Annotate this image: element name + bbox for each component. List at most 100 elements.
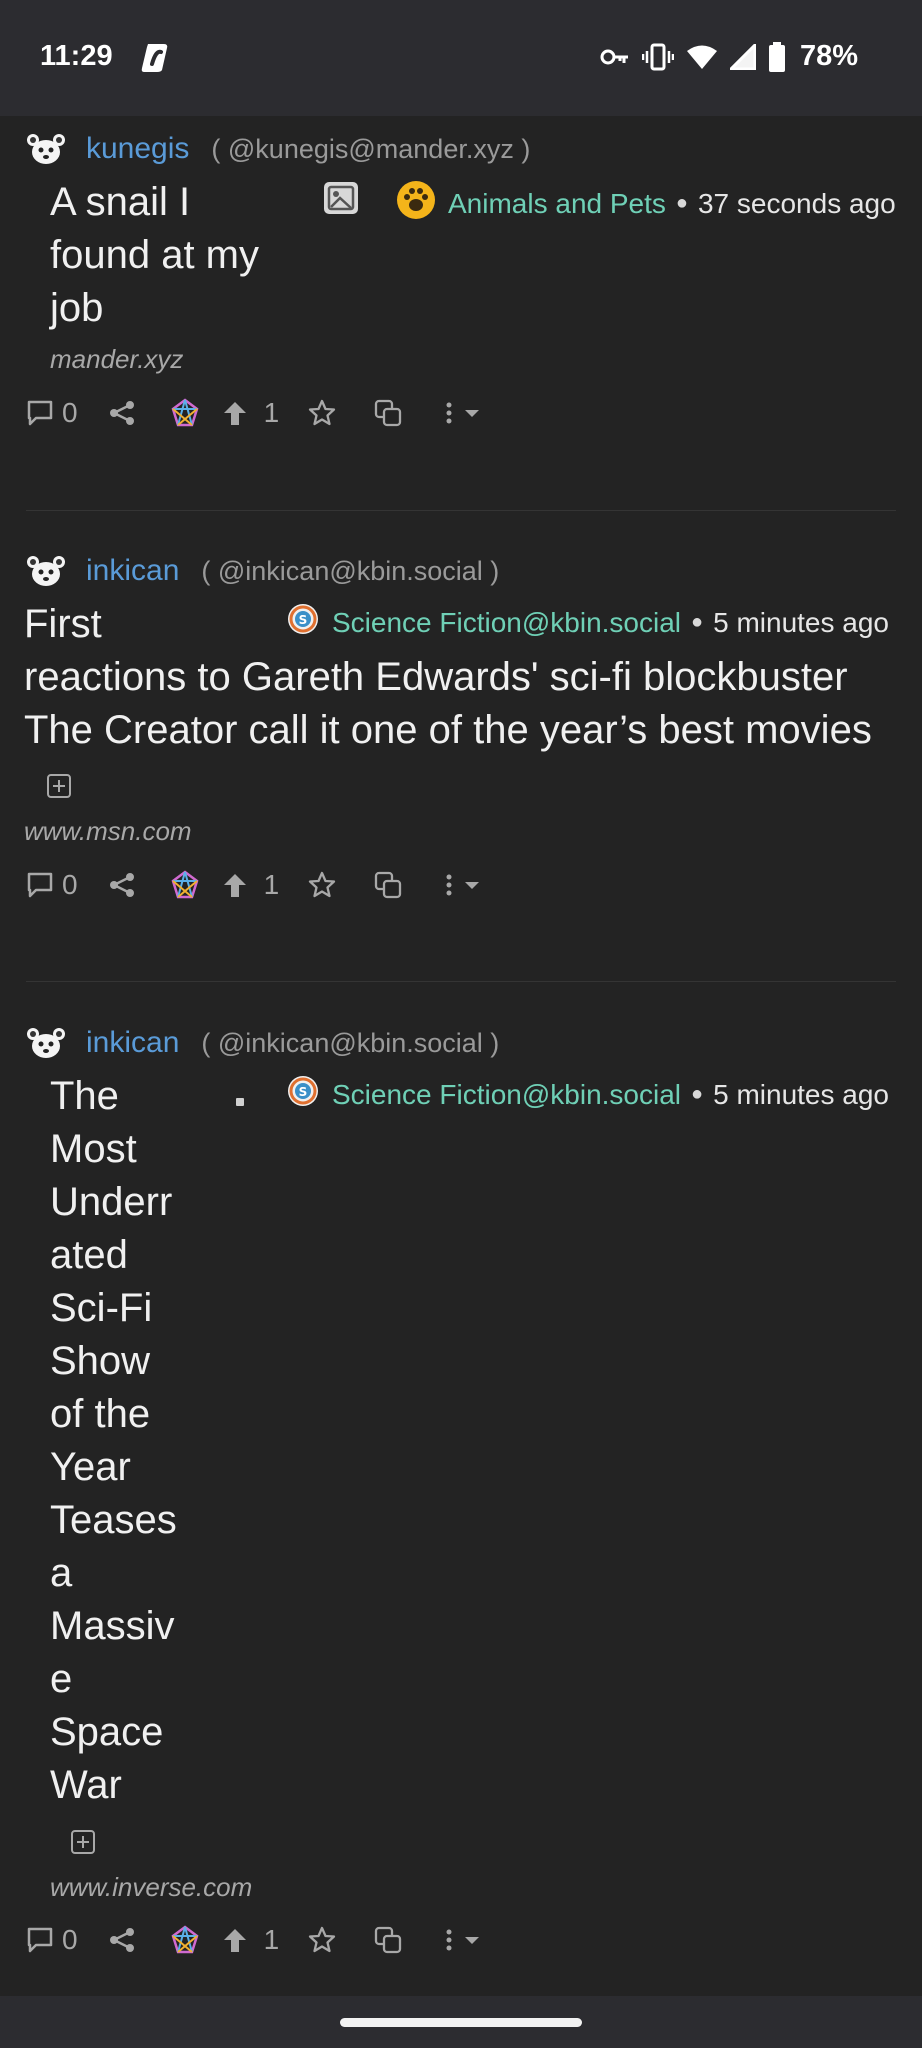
image-thumbnail-icon[interactable]: [322, 180, 360, 216]
upvote-button[interactable]: 1: [222, 397, 280, 429]
avatar[interactable]: [26, 132, 66, 166]
copy-icon: [373, 398, 403, 428]
comment-count: 0: [62, 397, 78, 428]
avatar[interactable]: [26, 1026, 66, 1060]
title-line: ated: [50, 1233, 128, 1277]
community-name[interactable]: Animals and Pets: [448, 188, 666, 220]
post-divider: [26, 981, 896, 982]
post-domain[interactable]: www.inverse.com: [50, 1872, 252, 1903]
favorite-button[interactable]: [307, 398, 337, 428]
share-icon: [108, 871, 136, 899]
username[interactable]: inkican: [86, 1026, 179, 1060]
post-divider: [26, 510, 896, 511]
upvote-button[interactable]: 1: [222, 869, 280, 901]
post-title[interactable]: The Most Underr ated Sci-Fi Show of the …: [50, 1070, 210, 1812]
post-title[interactable]: reactions to Gareth Edwards' sci-fi bloc…: [24, 651, 904, 757]
title-line: Sci-Fi: [50, 1286, 153, 1330]
more-menu-button[interactable]: [443, 398, 487, 428]
upvote-icon: [222, 1926, 248, 1954]
post-title[interactable]: A snail I found at my job: [50, 176, 290, 335]
comment-button[interactable]: 0: [26, 869, 78, 901]
comment-icon: [26, 399, 54, 427]
favorite-button[interactable]: [307, 870, 337, 900]
separator-dot: ●: [691, 611, 704, 633]
crosspost-button[interactable]: [373, 398, 403, 428]
time-ago: 37 seconds ago: [697, 187, 896, 219]
vpn-key-icon: [600, 47, 630, 67]
title-line: War: [50, 1763, 122, 1807]
expand-icon[interactable]: [70, 1829, 96, 1855]
expand-icon[interactable]: [46, 773, 72, 799]
user-handle: ( @inkican@kbin.social ): [201, 555, 500, 586]
post-title-first-word[interactable]: First: [24, 598, 184, 651]
crosspost-button[interactable]: [373, 870, 403, 900]
upvote-icon: [222, 399, 248, 427]
upvote-button[interactable]: 1: [222, 1924, 280, 1956]
svg-text:S: S: [299, 1085, 308, 1099]
username[interactable]: kunegis: [86, 132, 189, 166]
favorite-button[interactable]: [307, 1925, 337, 1955]
boost-icon: [170, 1925, 200, 1955]
time-ago: 5 minutes ago: [713, 1078, 889, 1110]
vibrate-icon: [641, 43, 674, 71]
share-button[interactable]: [108, 871, 136, 899]
community-name[interactable]: Science Fiction@kbin.social: [332, 1079, 681, 1111]
upvote-count: 1: [263, 397, 280, 428]
battery-percent: 78%: [799, 40, 858, 72]
home-gesture-handle[interactable]: [340, 2018, 582, 2027]
share-icon: [108, 399, 136, 427]
title-line: e: [50, 1657, 73, 1701]
status-time: 11:29: [40, 40, 113, 72]
title-line: a: [50, 1551, 73, 1595]
title-line: Space: [50, 1710, 164, 1754]
star-icon: [307, 870, 337, 900]
crosspost-button[interactable]: [373, 1925, 403, 1955]
title-line: The: [50, 1074, 119, 1118]
more-menu-button[interactable]: [443, 1925, 487, 1955]
community-line: S Science Fiction@kbin.social ● 5 minute…: [286, 1074, 889, 1115]
title-line: of the: [50, 1392, 151, 1436]
signal-icon: [729, 43, 756, 70]
comment-count: 0: [62, 869, 78, 900]
title-line: Show: [50, 1339, 151, 1383]
boost-button[interactable]: [170, 870, 200, 900]
username[interactable]: inkican: [86, 554, 179, 588]
post-actions: 0 1: [26, 395, 487, 431]
user-handle: ( @inkican@kbin.social ): [201, 1027, 500, 1058]
boost-icon: [170, 870, 200, 900]
comment-icon: [26, 1926, 54, 1954]
title-line: Underr: [50, 1180, 173, 1224]
copy-icon: [373, 1925, 403, 1955]
navigation-bar: [0, 1996, 922, 2048]
app-notification-icon: [140, 42, 170, 79]
separator-dot: ●: [691, 1083, 704, 1105]
boost-button[interactable]: [170, 1925, 200, 1955]
post-actions: 0 1: [26, 1922, 487, 1958]
comment-button[interactable]: 0: [26, 397, 78, 429]
community-line: Animals and Pets ● 37 seconds ago: [396, 180, 896, 227]
comment-button[interactable]: 0: [26, 1924, 78, 1956]
comment-icon: [26, 871, 54, 899]
copy-icon: [373, 870, 403, 900]
upvote-count: 1: [263, 1924, 280, 1955]
post-meta: inkican ( @inkican@kbin.social ): [26, 1026, 499, 1060]
share-button[interactable]: [108, 1926, 136, 1954]
title-line: Most: [50, 1127, 137, 1171]
more-menu-button[interactable]: [443, 870, 487, 900]
wifi-icon: [686, 44, 718, 70]
boost-icon: [170, 398, 200, 428]
community-line: S Science Fiction@kbin.social ● 5 minute…: [286, 602, 889, 643]
avatar[interactable]: [26, 554, 66, 588]
scifi-community-icon: S: [286, 602, 320, 643]
broken-thumbnail-icon[interactable]: [236, 1098, 244, 1106]
star-icon: [307, 1925, 337, 1955]
boost-button[interactable]: [170, 398, 200, 428]
title-line: Teases: [50, 1498, 177, 1542]
post-domain[interactable]: www.msn.com: [24, 816, 192, 847]
scifi-community-icon: S: [286, 1074, 320, 1115]
post-domain[interactable]: mander.xyz: [50, 344, 183, 375]
upvote-count: 1: [263, 869, 280, 900]
star-icon: [307, 398, 337, 428]
community-name[interactable]: Science Fiction@kbin.social: [332, 607, 681, 639]
share-button[interactable]: [108, 399, 136, 427]
